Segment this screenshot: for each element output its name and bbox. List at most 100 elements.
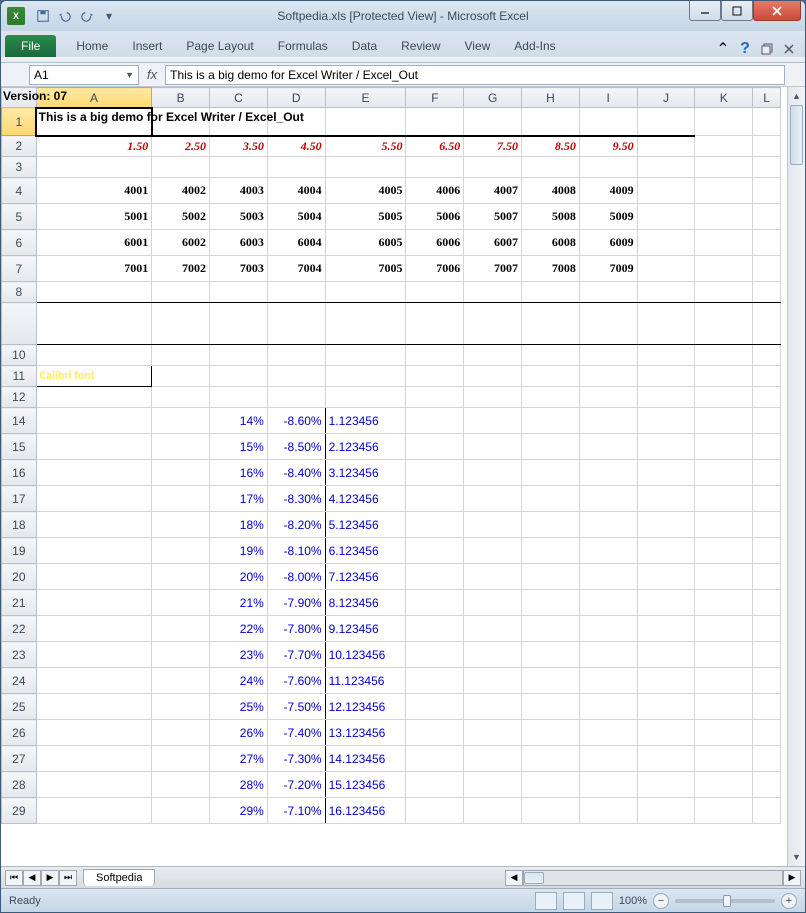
cell-C20[interactable]: 20% [210,564,268,590]
cell-H10[interactable] [522,345,580,366]
cell-E25[interactable]: 12.123456 [325,694,406,720]
cell-F15[interactable] [406,434,464,460]
cell-J3[interactable] [637,157,695,178]
cell-K7[interactable] [695,256,753,282]
cell-E17[interactable]: 4.123456 [325,486,406,512]
cell-J21[interactable] [637,590,695,616]
col-header-H[interactable]: H [522,88,580,108]
cell-E18[interactable]: 5.123456 [325,512,406,538]
cell-H26[interactable] [522,720,580,746]
cell-A29[interactable] [36,798,152,824]
cell-B18[interactable] [152,512,210,538]
cell-H20[interactable] [522,564,580,590]
row-header-18[interactable]: 18 [2,512,37,538]
cell-D9[interactable] [267,303,325,345]
cell-L24[interactable] [753,668,781,694]
scroll-up-icon[interactable]: ▲ [788,87,805,105]
cell-C17[interactable]: 17% [210,486,268,512]
cell-C1[interactable] [210,108,268,136]
cell-E22[interactable]: 9.123456 [325,616,406,642]
cell-C29[interactable]: 29% [210,798,268,824]
cell-I19[interactable] [579,538,637,564]
cell-I28[interactable] [579,772,637,798]
cell-K11[interactable] [695,366,753,387]
cell-F2[interactable]: 6.50 [406,136,464,157]
cell-D17[interactable]: -8.30% [267,486,325,512]
cell-L3[interactable] [753,157,781,178]
row-header-17[interactable]: 17 [2,486,37,512]
cell-F27[interactable] [406,746,464,772]
cell-C19[interactable]: 19% [210,538,268,564]
cell-D7[interactable]: 7004 [267,256,325,282]
cell-D3[interactable] [267,157,325,178]
cell-B4[interactable]: 4002 [152,178,210,204]
cell-I25[interactable] [579,694,637,720]
cell-G17[interactable] [464,486,522,512]
cell-D24[interactable]: -7.60% [267,668,325,694]
cell-A25[interactable] [36,694,152,720]
row-header-15[interactable]: 15 [2,434,37,460]
tab-nav-last-icon[interactable]: ⏭ [59,870,77,886]
cell-A21[interactable] [36,590,152,616]
cell-C27[interactable]: 27% [210,746,268,772]
cell-E28[interactable]: 15.123456 [325,772,406,798]
cell-C7[interactable]: 7003 [210,256,268,282]
cell-B19[interactable] [152,538,210,564]
cell-K24[interactable] [695,668,753,694]
col-header-J[interactable]: J [637,88,695,108]
cell-C28[interactable]: 28% [210,772,268,798]
cell-D26[interactable]: -7.40% [267,720,325,746]
cell-A23[interactable] [36,642,152,668]
zoom-in-button[interactable]: + [781,893,797,909]
title-bar[interactable]: X ▾ Softpedia.xls [Protected View] - Mic… [1,1,805,31]
row-header-27[interactable]: 27 [2,746,37,772]
cell-K4[interactable] [695,178,753,204]
cell-E16[interactable]: 3.123456 [325,460,406,486]
cell-L14[interactable] [753,408,781,434]
scroll-down-icon[interactable]: ▼ [788,848,805,866]
cell-G9[interactable] [464,303,522,345]
cell-D14[interactable]: -8.60% [267,408,325,434]
cell-B5[interactable]: 5002 [152,204,210,230]
cell-A10[interactable] [36,345,152,366]
cell-A12[interactable] [36,387,152,408]
cell-B21[interactable] [152,590,210,616]
name-box[interactable]: A1 ▼ [29,65,139,85]
cell-A6[interactable]: 6001 [36,230,152,256]
cell-B10[interactable] [152,345,210,366]
cell-J23[interactable] [637,642,695,668]
cell-J7[interactable] [637,256,695,282]
cell-L15[interactable] [753,434,781,460]
cell-E5[interactable]: 5005 [325,204,406,230]
vscroll-thumb[interactable] [790,105,803,165]
cell-K1[interactable] [695,108,753,136]
normal-view-button[interactable] [535,892,557,910]
cell-A20[interactable] [36,564,152,590]
cell-F17[interactable] [406,486,464,512]
cell-E6[interactable]: 6005 [325,230,406,256]
cell-A16[interactable] [36,460,152,486]
cell-B12[interactable] [152,387,210,408]
cell-B8[interactable] [152,282,210,303]
cell-F29[interactable] [406,798,464,824]
cell-J24[interactable] [637,668,695,694]
cell-C16[interactable]: 16% [210,460,268,486]
cell-G27[interactable] [464,746,522,772]
cell-G12[interactable] [464,387,522,408]
cell-L28[interactable] [753,772,781,798]
cell-B25[interactable] [152,694,210,720]
row-header-16[interactable]: 16 [2,460,37,486]
cell-D6[interactable]: 6004 [267,230,325,256]
cell-J18[interactable] [637,512,695,538]
cell-I16[interactable] [579,460,637,486]
cell-A3[interactable] [36,157,152,178]
cell-L27[interactable] [753,746,781,772]
cell-B28[interactable] [152,772,210,798]
cell-H14[interactable] [522,408,580,434]
cell-B17[interactable] [152,486,210,512]
cell-D20[interactable]: -8.00% [267,564,325,590]
cell-K8[interactable] [695,282,753,303]
cell-L26[interactable] [753,720,781,746]
cell-G16[interactable] [464,460,522,486]
cell-I24[interactable] [579,668,637,694]
